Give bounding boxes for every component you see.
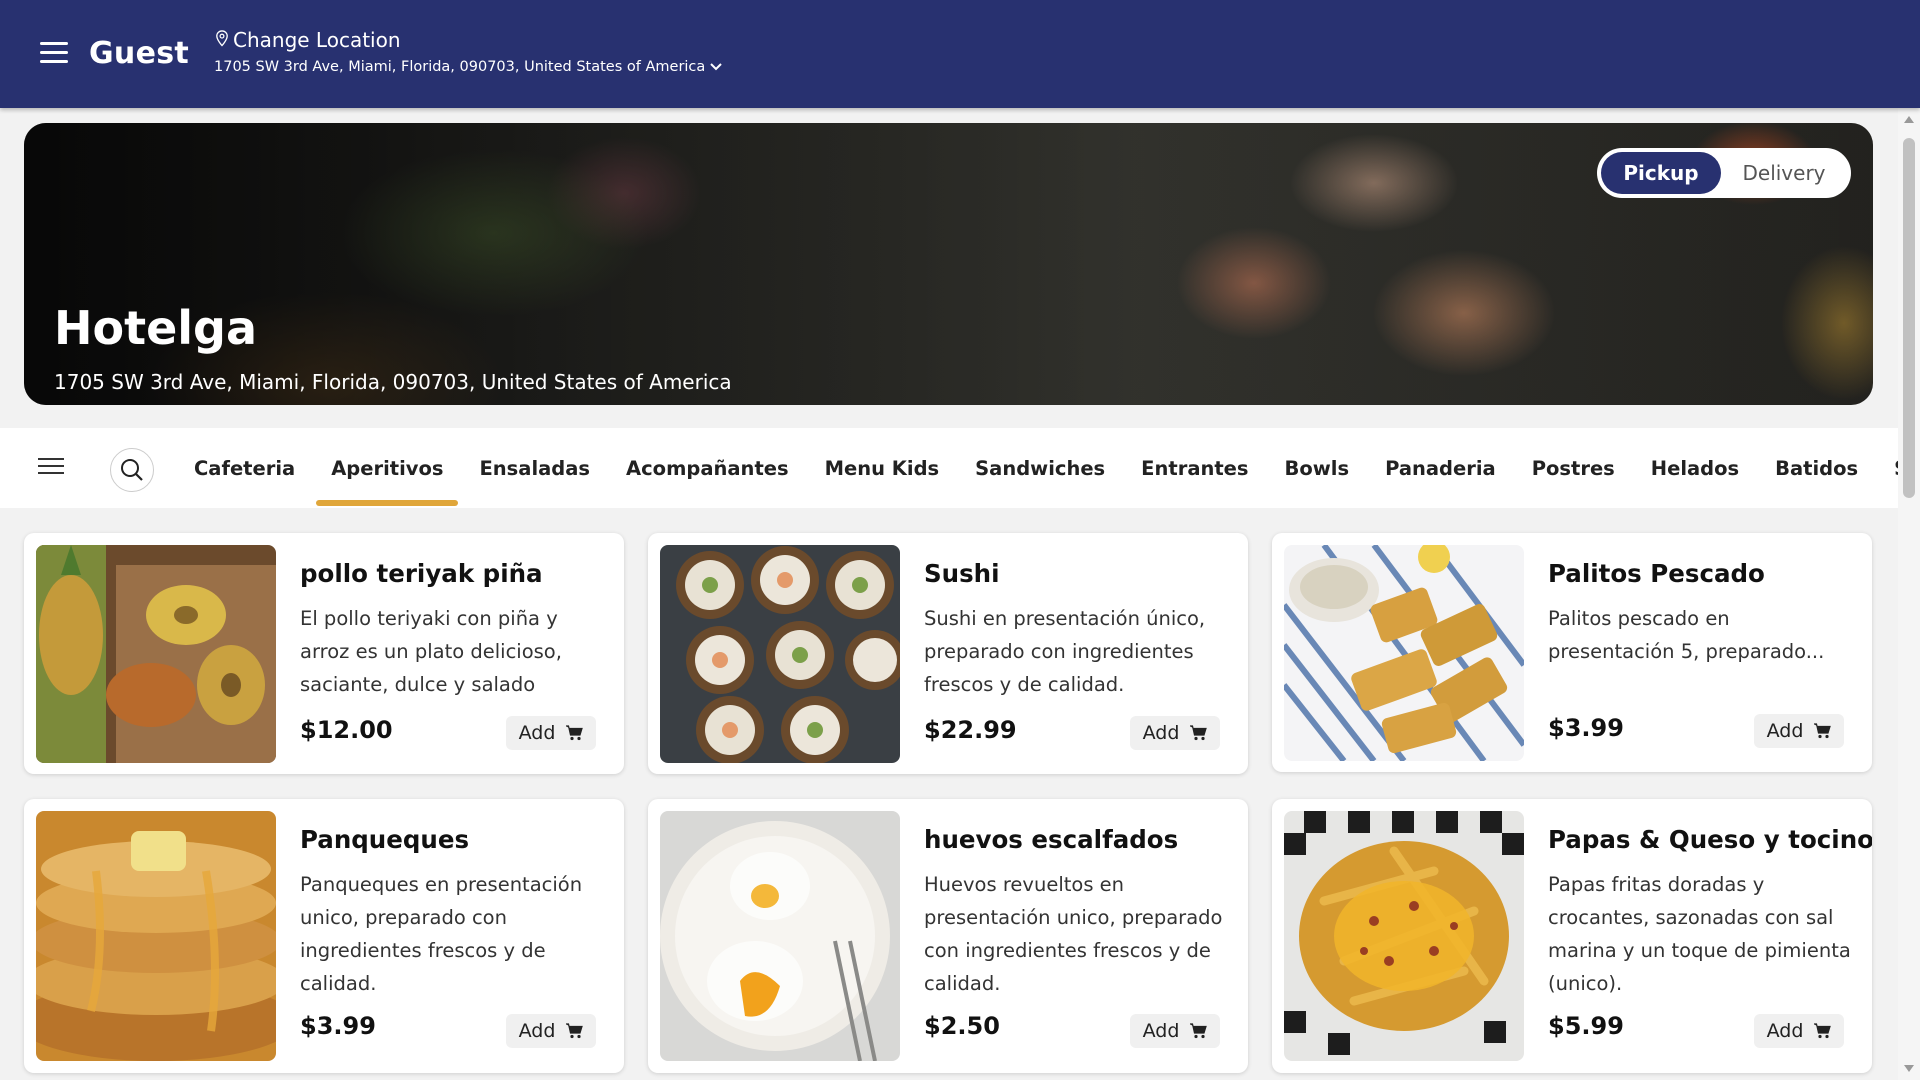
product-card[interactable]: Sushi Sushi en presentación único, prepa…: [648, 533, 1248, 774]
search-icon: [121, 459, 143, 481]
change-location-link[interactable]: Change Location: [215, 28, 401, 52]
product-description: Papas fritas doradas y crocantes, sazona…: [1548, 873, 1851, 995]
product-info: Palitos Pescado Palitos pescado en prese…: [1548, 533, 1852, 668]
product-image: [36, 545, 276, 763]
product-info: pollo teriyak piña El pollo teriyaki con…: [300, 533, 604, 701]
scrollbar-thumb[interactable]: [1903, 138, 1915, 498]
menu-icon[interactable]: [40, 42, 68, 64]
add-label: Add: [1766, 720, 1804, 742]
tab-acompanantes[interactable]: Acompañantes: [608, 428, 807, 508]
current-address-dropdown[interactable]: 1705 SW 3rd Ave, Miami, Florida, 090703,…: [214, 59, 723, 75]
product-description: Palitos pescado en presentación 5, prepa…: [1548, 607, 1825, 663]
current-address: 1705 SW 3rd Ave, Miami, Florida, 090703,…: [214, 59, 706, 75]
product-title: Papas & Queso y tocino: [1548, 825, 1872, 854]
product-title: Sushi: [924, 559, 1000, 588]
product-card[interactable]: pollo teriyak piña El pollo teriyaki con…: [24, 533, 624, 774]
user-name: Guest: [89, 36, 190, 71]
restaurant-name: Hotelga: [54, 301, 258, 355]
tab-aperitivos[interactable]: Aperitivos: [313, 428, 461, 508]
product-description: Panqueques en presentación unico, prepar…: [300, 873, 583, 995]
tab-ensaladas[interactable]: Ensaladas: [461, 428, 608, 508]
scroll-down-arrow[interactable]: [1904, 1065, 1914, 1072]
product-price: $3.99: [1548, 714, 1624, 742]
product-info: Sushi Sushi en presentación único, prepa…: [924, 533, 1228, 701]
product-price: $12.00: [300, 716, 393, 744]
product-description: Sushi en presentación único, preparado c…: [924, 607, 1206, 696]
add-label: Add: [518, 722, 556, 744]
product-price: $22.99: [924, 716, 1017, 744]
add-label: Add: [1766, 1020, 1804, 1042]
product-description: Huevos revueltos en presentación unico, …: [924, 873, 1223, 995]
product-title: Palitos Pescado: [1548, 559, 1765, 588]
tab-helados[interactable]: Helados: [1633, 428, 1757, 508]
cart-icon: [1190, 725, 1208, 741]
chevron-down-icon: [710, 63, 723, 71]
banner-overlay: [24, 123, 1873, 405]
add-to-cart-button[interactable]: Add: [1754, 714, 1844, 748]
product-price: $2.50: [924, 1012, 1000, 1040]
add-to-cart-button[interactable]: Add: [506, 716, 596, 750]
delivery-option[interactable]: Delivery: [1721, 152, 1847, 194]
category-nav: Cafeteria Aperitivos Ensaladas Acompañan…: [0, 428, 1920, 508]
product-price: $3.99: [300, 1012, 376, 1040]
change-location-label: Change Location: [233, 28, 401, 52]
top-bar: Guest Change Location 1705 SW 3rd Ave, M…: [0, 0, 1920, 108]
add-to-cart-button[interactable]: Add: [1130, 1014, 1220, 1048]
product-image: [36, 811, 276, 1061]
cart-icon: [566, 725, 584, 741]
category-menu-icon[interactable]: [38, 458, 64, 476]
tab-sandwiches[interactable]: Sandwiches: [957, 428, 1123, 508]
tab-menu-kids[interactable]: Menu Kids: [807, 428, 958, 508]
tab-bowls[interactable]: Bowls: [1267, 428, 1368, 508]
add-to-cart-button[interactable]: Add: [1754, 1014, 1844, 1048]
product-image: [1284, 545, 1524, 761]
cart-icon: [1190, 1023, 1208, 1039]
product-price: $5.99: [1548, 1012, 1624, 1040]
tab-postres[interactable]: Postres: [1514, 428, 1633, 508]
category-tabs: Cafeteria Aperitivos Ensaladas Acompañan…: [176, 428, 1920, 508]
tab-panaderia[interactable]: Panaderia: [1367, 428, 1514, 508]
product-info: Panqueques Panqueques en presentación un…: [300, 799, 604, 1000]
product-info: Papas & Queso y tocino Papas fritas dora…: [1548, 799, 1872, 1000]
product-grid: pollo teriyak piña El pollo teriyaki con…: [24, 533, 1874, 1080]
product-card[interactable]: Papas & Queso y tocino Papas fritas dora…: [1272, 799, 1872, 1073]
product-title: pollo teriyak piña: [300, 559, 543, 588]
page-scrollbar[interactable]: [1898, 108, 1920, 1080]
add-to-cart-button[interactable]: Add: [506, 1014, 596, 1048]
add-label: Add: [1142, 722, 1180, 744]
pickup-option[interactable]: Pickup: [1601, 152, 1721, 194]
location-pin-icon: [216, 29, 228, 47]
product-image: [660, 545, 900, 763]
restaurant-address: 1705 SW 3rd Ave, Miami, Florida, 090703,…: [54, 370, 732, 394]
product-card[interactable]: Panqueques Panqueques en presentación un…: [24, 799, 624, 1073]
product-title: Panqueques: [300, 825, 470, 854]
cart-icon: [566, 1023, 584, 1039]
search-button[interactable]: [110, 448, 154, 492]
product-image: [1284, 811, 1524, 1061]
product-description: El pollo teriyaki con piña y arroz es un…: [300, 607, 562, 696]
product-card[interactable]: huevos escalfados Huevos revueltos en pr…: [648, 799, 1248, 1073]
add-label: Add: [1142, 1020, 1180, 1042]
add-label: Add: [518, 1020, 556, 1042]
product-image: [660, 811, 900, 1061]
scroll-up-arrow[interactable]: [1904, 116, 1914, 123]
order-mode-toggle: Pickup Delivery: [1597, 148, 1851, 198]
product-card[interactable]: Palitos Pescado Palitos pescado en prese…: [1272, 533, 1872, 772]
tab-entrantes[interactable]: Entrantes: [1123, 428, 1266, 508]
product-info: huevos escalfados Huevos revueltos en pr…: [924, 799, 1228, 1000]
restaurant-banner: Hotelga 1705 SW 3rd Ave, Miami, Florida,…: [24, 123, 1873, 405]
product-title: huevos escalfados: [924, 825, 1179, 854]
tab-cafeteria[interactable]: Cafeteria: [176, 428, 313, 508]
cart-icon: [1814, 1023, 1832, 1039]
cart-icon: [1814, 723, 1832, 739]
add-to-cart-button[interactable]: Add: [1130, 716, 1220, 750]
tab-batidos[interactable]: Batidos: [1757, 428, 1876, 508]
